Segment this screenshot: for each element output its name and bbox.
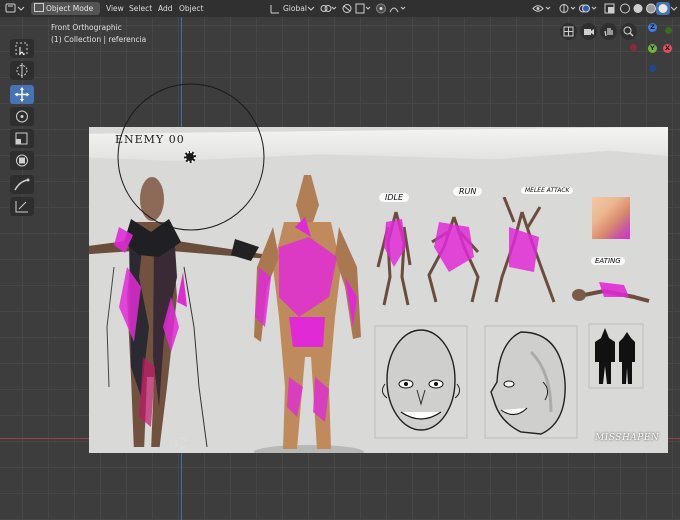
label-melee: MELEE ATTACK xyxy=(521,187,574,194)
overlays-icon[interactable] xyxy=(578,2,598,15)
transform-orientation-icon xyxy=(269,2,281,15)
shading-rendered-icon[interactable] xyxy=(656,2,670,15)
cursor-tool[interactable] xyxy=(10,61,34,80)
z-axis-button[interactable]: Z xyxy=(648,23,657,32)
rotation-circle-gizmo[interactable] xyxy=(111,83,271,243)
xray-icon[interactable] xyxy=(604,2,616,15)
head-side-sketch xyxy=(484,325,578,439)
mode-label: Object Mode xyxy=(46,4,94,13)
3d-cursor-icon[interactable] xyxy=(184,151,196,163)
3d-viewport[interactable]: Front Orthographic (1) Collection | refe… xyxy=(0,17,680,520)
shading-wireframe-icon[interactable] xyxy=(619,2,631,15)
annotate-tool[interactable] xyxy=(10,175,34,194)
x-axis-button[interactable]: X xyxy=(663,44,672,53)
viewport-header: Object Mode View Select Add Object Globa… xyxy=(0,0,680,18)
menu-add[interactable]: Add xyxy=(158,2,173,15)
snap-target-icon[interactable] xyxy=(355,2,373,15)
view-name: Front Orthographic xyxy=(51,23,122,32)
select-box-tool[interactable] xyxy=(10,39,34,58)
menu-object[interactable]: Object xyxy=(179,2,203,15)
origin-cursor-icon[interactable] xyxy=(175,437,187,449)
mode-dropdown[interactable]: Object Mode xyxy=(31,2,100,15)
collection-info: (1) Collection | referencia xyxy=(51,35,147,44)
shading-options-chevron-icon[interactable] xyxy=(670,2,679,15)
pivot-icon[interactable] xyxy=(319,2,339,15)
toggle-camera-icon[interactable] xyxy=(560,23,577,40)
visibility-selectability-icon[interactable] xyxy=(532,2,552,15)
y-axis-button[interactable]: Y xyxy=(648,44,657,53)
editor-type-icon[interactable] xyxy=(4,2,26,15)
neg-z-axis-dot[interactable] xyxy=(649,65,656,72)
move-tool[interactable] xyxy=(10,85,34,104)
navigation-gizmo[interactable]: Z X Y xyxy=(626,21,676,81)
orientation-dropdown[interactable]: Global xyxy=(283,2,307,15)
snap-icon[interactable] xyxy=(341,2,353,15)
camera-view-icon[interactable] xyxy=(580,23,597,40)
transform-tool[interactable] xyxy=(10,151,34,170)
viewport-gizmos-icon[interactable] xyxy=(558,2,578,15)
head-front-sketch xyxy=(374,325,468,439)
chevron-down-icon[interactable] xyxy=(307,2,315,15)
falloff-icon[interactable] xyxy=(389,2,409,15)
measure-tool[interactable] xyxy=(10,197,34,216)
label-run: RUN xyxy=(453,187,483,196)
scale-tool[interactable] xyxy=(10,129,34,148)
rotate-tool[interactable] xyxy=(10,107,34,126)
menu-view[interactable]: View xyxy=(106,2,124,15)
pan-hand-icon[interactable] xyxy=(600,23,617,40)
color-swatch xyxy=(592,197,630,239)
mode-icon xyxy=(34,3,44,12)
proportional-edit-icon[interactable] xyxy=(375,2,387,15)
shading-solid-icon[interactable] xyxy=(632,2,644,15)
signature: MISSHAPEN xyxy=(595,433,660,443)
size-comparison-silhouettes xyxy=(588,323,644,389)
neg-y-axis-dot[interactable] xyxy=(665,27,672,34)
menu-select[interactable]: Select xyxy=(129,2,152,15)
neg-x-axis-dot[interactable] xyxy=(630,44,637,51)
